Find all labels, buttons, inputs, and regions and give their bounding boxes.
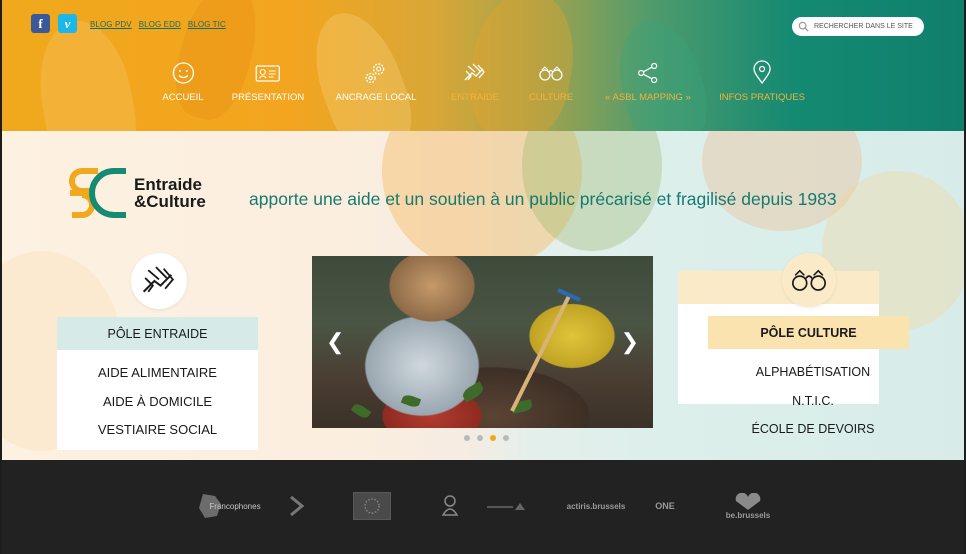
nav-item-accueil[interactable]: ACCUEIL	[162, 60, 204, 103]
eu-flag-logo[interactable]	[352, 490, 392, 522]
eu-flag-icon	[353, 492, 391, 520]
nav-label: ENTRAIDE	[450, 92, 500, 103]
carousel-dot-active[interactable]	[490, 435, 496, 441]
actiris-logo[interactable]: actiris.brussels	[558, 490, 634, 522]
nav-label: « ASBL MAPPING »	[605, 92, 691, 103]
brand-logo[interactable]: Entraide &Culture	[68, 165, 206, 221]
pole-culture-title[interactable]: PÔLE CULTURE	[708, 316, 909, 349]
pole-entraide-item[interactable]: AIDE À DOMICILE	[57, 393, 258, 422]
location-pin-icon	[753, 60, 771, 85]
carousel-dot[interactable]	[503, 435, 509, 441]
pole-entraide-list: AIDE ALIMENTAIRE AIDE À DOMICILE VESTIAI…	[57, 350, 258, 450]
entraide-culture-logo-mark	[69, 168, 126, 218]
gears-icon	[365, 63, 385, 84]
nav-label: ANCRAGE LOCAL	[335, 92, 417, 103]
hero-section: Entraide &Culture apporte une aide et un…	[2, 131, 964, 460]
nav-item-culture[interactable]: CULTURE	[529, 60, 573, 103]
cocof-mark-icon	[487, 503, 525, 510]
nav-item-presentation[interactable]: PRÉSENTATION	[231, 60, 305, 103]
nav-item-infos-pratiques[interactable]: INFOS PRATIQUES	[719, 60, 805, 103]
nav-label: CULTURE	[528, 92, 574, 103]
blog-edd-link[interactable]: BLOG EDD	[139, 20, 181, 29]
social-links: f v	[31, 14, 77, 33]
page: f v BLOG PDV BLOG EDD BLOG TIC ACCUEIL P…	[2, 0, 964, 554]
pole-culture-card: PÔLE CULTURE ALPHABÉTISATION N.T.I.C. ÉC…	[678, 271, 909, 436]
pole-entraide-card: PÔLE ENTRAIDE AIDE ALIMENTAIRE AIDE À DO…	[57, 317, 258, 450]
facebook-icon[interactable]: f	[31, 14, 50, 33]
smiley-icon	[172, 62, 194, 84]
logo-line-2: &Culture	[134, 192, 206, 211]
pole-entraide-item[interactable]: VESTIAIRE SOCIAL	[57, 421, 258, 450]
binoculars-icon	[792, 269, 826, 291]
pole-entraide-item[interactable]: AIDE ALIMENTAIRE	[57, 364, 258, 393]
rake-illustration	[510, 288, 581, 412]
image-carousel[interactable]: ❮ ❯	[312, 256, 653, 428]
entraide-circle	[131, 253, 187, 309]
nav-item-asbl-mapping[interactable]: « ASBL MAPPING »	[605, 60, 691, 103]
carousel-dot[interactable]	[477, 435, 483, 441]
search-box[interactable]	[792, 17, 924, 36]
handshake-icon	[464, 63, 485, 81]
chick-logo[interactable]	[438, 490, 462, 522]
culture-circle	[782, 253, 836, 307]
nav-item-entraide[interactable]: ENTRAIDE	[451, 60, 499, 103]
share-icon	[637, 62, 658, 84]
main-nav: ACCUEIL PRÉSENTATION ANCRAGE LOCAL ENTRA…	[2, 60, 964, 120]
search-input[interactable]	[814, 23, 918, 30]
pole-culture-item[interactable]: ÉCOLE DE DEVOIRS	[718, 422, 908, 451]
site-footer: Francophones actiris.brussels ONE be.bru…	[2, 460, 964, 554]
carousel-dot[interactable]	[464, 435, 470, 441]
pole-culture-item[interactable]: N.T.I.C.	[718, 394, 908, 423]
tagline: apporte une aide et un soutien à un publ…	[249, 189, 837, 209]
francophones-logo[interactable]: Francophones	[194, 490, 264, 522]
one-logo[interactable]: ONE	[650, 490, 680, 522]
carousel-dots	[464, 435, 509, 441]
pole-culture-item[interactable]: ALPHABÉTISATION	[718, 365, 908, 394]
blog-tic-link[interactable]: BLOG TIC	[188, 20, 226, 29]
nav-item-ancrage-local[interactable]: ANCRAGE LOCAL	[335, 60, 417, 103]
nav-label: ACCUEIL	[162, 92, 204, 103]
blog-links: BLOG PDV BLOG EDD BLOG TIC	[90, 20, 226, 29]
partner-logos: Francophones actiris.brussels ONE be.bru…	[2, 490, 964, 522]
search-icon[interactable]	[798, 21, 809, 32]
arrow-logo[interactable]	[284, 490, 308, 522]
vimeo-icon[interactable]: v	[58, 14, 77, 33]
blog-pdv-link[interactable]: BLOG PDV	[90, 20, 132, 29]
handshake-icon	[142, 266, 175, 293]
carousel-photo	[312, 256, 653, 428]
pole-culture-list: ALPHABÉTISATION N.T.I.C. ÉCOLE DE DEVOIR…	[718, 365, 908, 451]
nav-label: INFOS PRATIQUES	[719, 92, 805, 103]
chick-icon	[441, 495, 459, 516]
cocof-logo[interactable]	[486, 490, 526, 522]
heart-icon	[735, 492, 761, 510]
id-card-icon	[255, 65, 281, 82]
binoculars-icon	[539, 66, 563, 81]
pole-entraide-title[interactable]: PÔLE ENTRAIDE	[57, 317, 258, 350]
carousel-prev-button[interactable]: ❮	[326, 331, 344, 353]
arrow-right-icon	[290, 495, 305, 517]
nav-label: PRÉSENTATION	[231, 92, 305, 103]
site-header: f v BLOG PDV BLOG EDD BLOG TIC ACCUEIL P…	[2, 0, 964, 131]
carousel-next-button[interactable]: ❯	[621, 331, 639, 353]
be-brussels-logo[interactable]: be.brussels	[722, 490, 774, 522]
logo-line-1: Entraide	[134, 175, 203, 194]
